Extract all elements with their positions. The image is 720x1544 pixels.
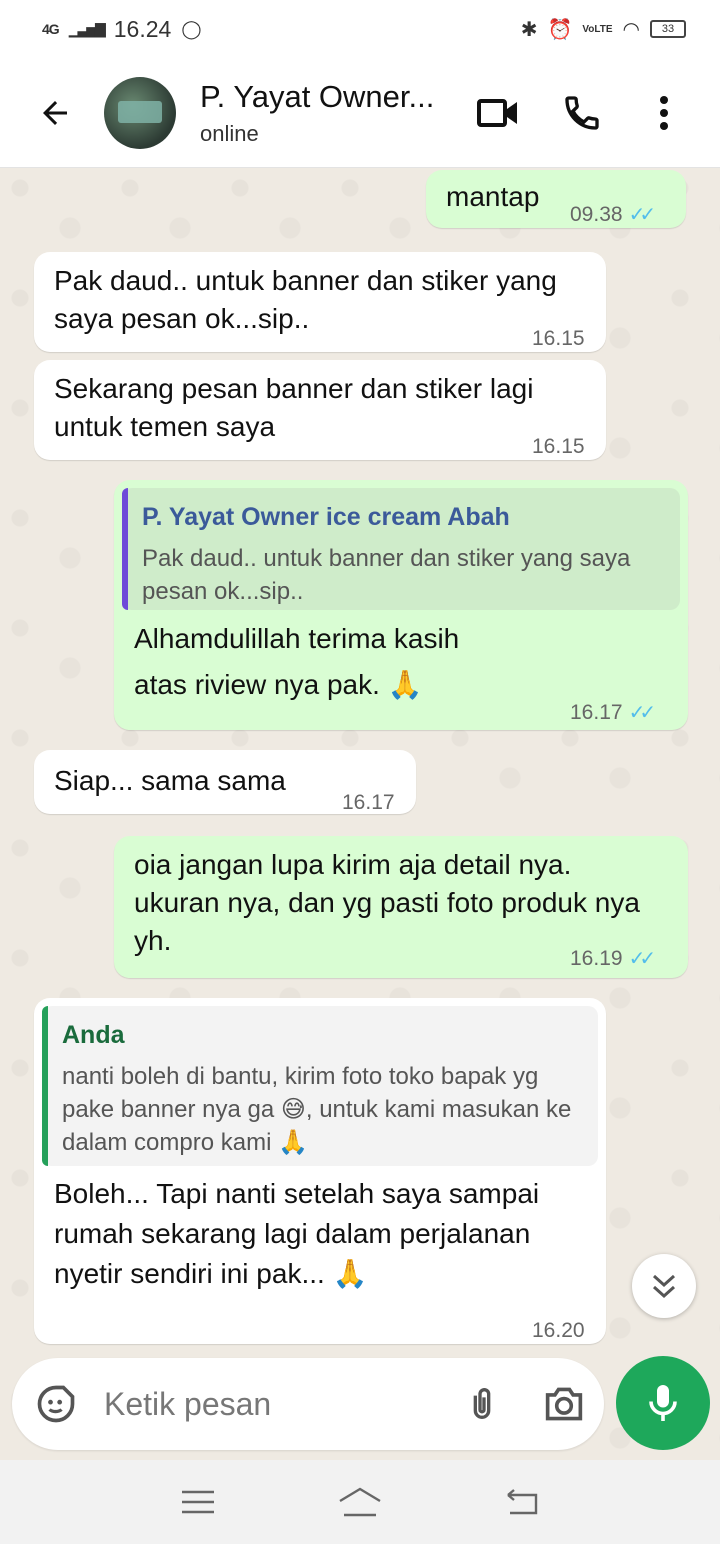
back-button[interactable] xyxy=(20,78,90,148)
arrow-left-icon xyxy=(43,100,67,125)
chat-header: P. Yayat Owner... online xyxy=(0,58,720,168)
phone-icon xyxy=(565,95,599,130)
quoted-message[interactable]: P. Yayat Owner ice cream Abah Pak daud..… xyxy=(122,488,680,610)
menu-icon[interactable] xyxy=(180,1488,216,1516)
double-chevron-down-icon xyxy=(652,1274,676,1299)
signal-icon: ▁▃▅▇ xyxy=(68,20,106,37)
read-ticks-icon: ✓✓ xyxy=(628,702,656,724)
message-outgoing[interactable]: oia jangan lupa kirim aja detail nya. uk… xyxy=(114,836,688,978)
voice-call-button[interactable] xyxy=(552,83,612,143)
more-options-button[interactable] xyxy=(634,83,694,143)
time-label: 16.17 xyxy=(570,701,623,724)
home-icon[interactable] xyxy=(336,1485,384,1519)
avatar[interactable] xyxy=(104,76,176,149)
battery-icon: 33 xyxy=(650,20,686,38)
voice-message-button[interactable] xyxy=(616,1356,710,1450)
message-text: Siap... sama sama xyxy=(54,765,286,796)
back-nav-icon[interactable] xyxy=(504,1487,540,1517)
bluetooth-icon: ✱ xyxy=(520,18,538,41)
quoted-sender: P. Yayat Owner ice cream Abah xyxy=(142,503,510,531)
chat-area[interactable]: mantap 09.38 ✓✓ Pak daud.. untuk banner … xyxy=(0,168,720,1458)
microphone-icon xyxy=(649,1385,677,1421)
time-label: 16.15 xyxy=(532,435,585,458)
system-navigation-bar xyxy=(0,1460,720,1544)
scroll-to-bottom-button[interactable] xyxy=(632,1254,696,1318)
status-bar: 4G ▁▃▅▇ 16.24 ◯ ✱ ⏰ VoLTE ◠ 33 xyxy=(0,0,720,58)
alarm-icon: ⏰ xyxy=(547,18,573,41)
whatsapp-notification-icon: ◯ xyxy=(181,18,202,39)
network-type: 4G xyxy=(42,21,60,37)
time-label: 09.38 xyxy=(570,203,623,226)
volte-icon: VoLTE xyxy=(582,23,613,35)
message-time: 16.17 ✓✓ xyxy=(570,694,656,732)
message-text: Alhamdulillah terima kasih atas riview n… xyxy=(134,623,460,700)
message-time: 16.15 xyxy=(532,428,585,466)
message-text: Pak daud.. untuk banner dan stiker yang … xyxy=(54,265,557,334)
quoted-text: nanti boleh di bantu, kirim foto toko ba… xyxy=(62,1063,572,1156)
message-text: Boleh... Tapi nanti setelah saya sampai … xyxy=(54,1178,540,1289)
message-outgoing-reply[interactable]: P. Yayat Owner ice cream Abah Pak daud..… xyxy=(114,480,688,730)
more-vertical-icon xyxy=(660,95,668,130)
time-label: 16.15 xyxy=(532,327,585,350)
message-incoming[interactable]: Pak daud.. untuk banner dan stiker yang … xyxy=(34,252,606,352)
message-time: 16.20 xyxy=(532,1312,585,1350)
message-incoming[interactable]: Siap... sama sama 16.17 xyxy=(34,750,416,814)
contact-name: P. Yayat Owner... xyxy=(200,78,435,114)
camera-icon[interactable] xyxy=(542,1384,586,1424)
video-call-button[interactable] xyxy=(468,83,528,143)
read-ticks-icon: ✓✓ xyxy=(628,204,656,226)
contact-status: online xyxy=(200,120,259,146)
contact-info[interactable]: P. Yayat Owner... online xyxy=(200,79,450,147)
message-outgoing[interactable]: mantap 09.38 ✓✓ xyxy=(426,170,686,228)
quoted-sender: Anda xyxy=(62,1021,125,1049)
time-label: 16.19 xyxy=(570,947,623,970)
clock: 16.24 xyxy=(113,15,172,42)
quoted-message[interactable]: Anda nanti boleh di bantu, kirim foto to… xyxy=(42,1006,598,1166)
time-label: 16.17 xyxy=(342,791,395,814)
wifi-icon: ◠ xyxy=(622,18,640,41)
read-ticks-icon: ✓✓ xyxy=(628,948,656,970)
message-time: 16.19 ✓✓ xyxy=(570,940,656,978)
message-time: 09.38 ✓✓ xyxy=(570,196,656,234)
video-camera-icon xyxy=(477,98,517,127)
time-label: 16.20 xyxy=(532,1319,585,1342)
message-composer: Ketik pesan xyxy=(12,1358,604,1450)
quoted-text: Pak daud.. untuk banner dan stiker yang … xyxy=(142,545,631,605)
message-incoming-reply[interactable]: Anda nanti boleh di bantu, kirim foto to… xyxy=(34,998,606,1344)
message-text: Sekarang pesan banner dan stiker lagi un… xyxy=(54,373,534,442)
attach-paperclip-icon[interactable] xyxy=(462,1382,502,1426)
message-time: 16.15 xyxy=(532,320,585,358)
sticker-emoji-icon[interactable] xyxy=(34,1382,78,1426)
message-time: 16.17 xyxy=(342,784,395,822)
message-incoming[interactable]: Sekarang pesan banner dan stiker lagi un… xyxy=(34,360,606,460)
message-input[interactable]: Ketik pesan xyxy=(104,1386,462,1423)
message-text: mantap xyxy=(446,181,540,212)
